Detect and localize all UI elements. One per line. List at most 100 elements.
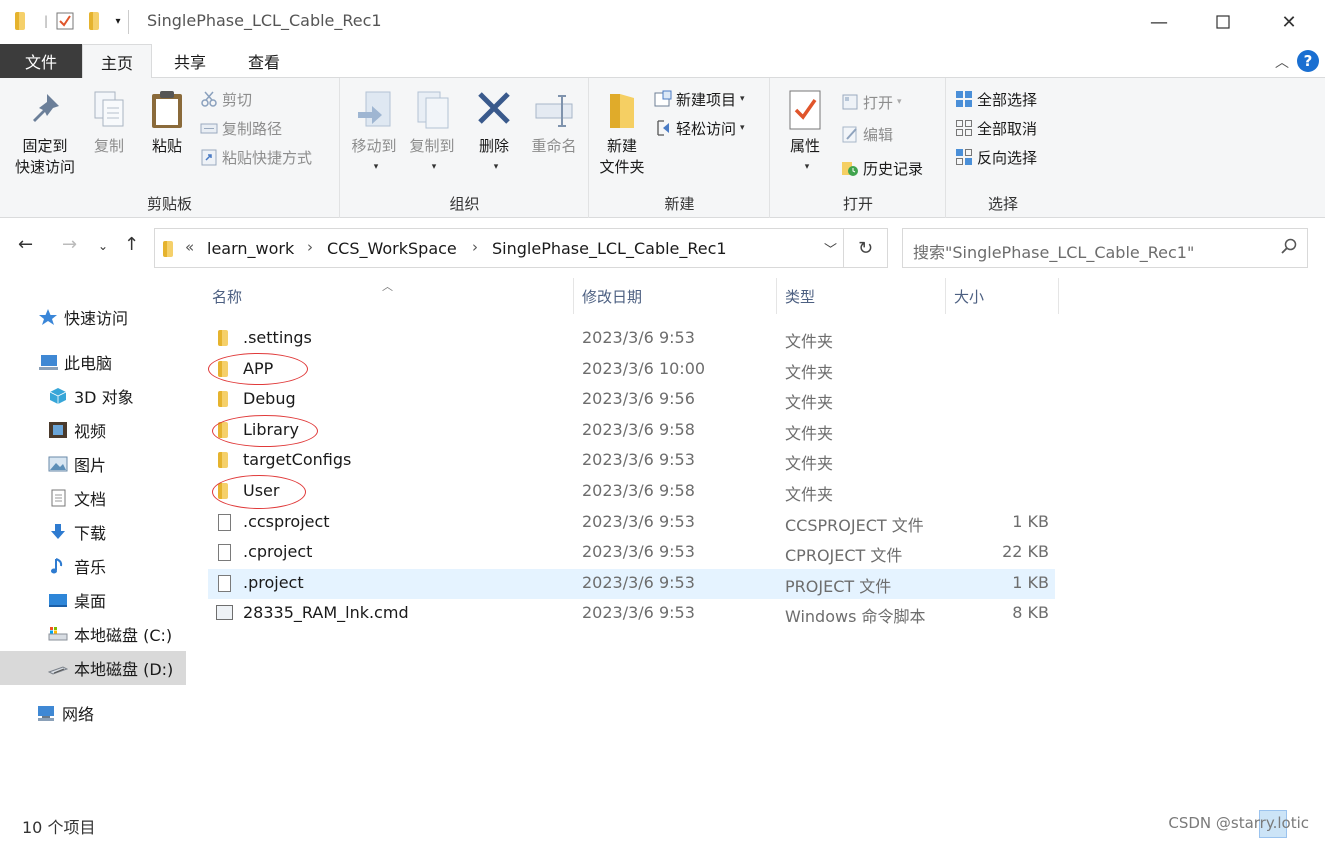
new-folder-quick-icon[interactable] <box>84 10 104 32</box>
nav-item-downloads[interactable]: 下载 <box>0 515 186 549</box>
new-folder-button[interactable]: 新建 文件夹 <box>594 88 650 178</box>
nav-item-desktop[interactable]: 桌面 <box>0 583 186 617</box>
file-row[interactable]: targetConfigs 2023/3/6 9:53 文件夹 <box>208 446 1055 476</box>
breadcrumb-learn-work[interactable]: learn_work <box>207 239 294 258</box>
invert-selection-button[interactable]: 反向选择 <box>955 144 1037 170</box>
tab-view[interactable]: 查看 <box>228 44 300 78</box>
clipboard-group-label: 剪贴板 <box>146 195 192 213</box>
file-row[interactable]: APP 2023/3/6 10:00 文件夹 <box>208 355 1055 385</box>
tab-file[interactable]: 文件 <box>0 44 82 78</box>
file-row[interactable]: Debug 2023/3/6 9:56 文件夹 <box>208 385 1055 415</box>
rename-button[interactable]: 重命名 <box>525 88 583 157</box>
edit-icon <box>841 125 859 143</box>
file-type: PROJECT 文件 <box>785 576 892 596</box>
chevron-down-icon[interactable]: ﹀ <box>824 239 837 258</box>
breadcrumb-ccs-workspace[interactable]: CCS_WorkSpace <box>327 239 457 258</box>
file-size: 22 KB <box>1002 542 1049 562</box>
file-type: 文件夹 <box>785 393 834 413</box>
file-row[interactable]: .cproject 2023/3/6 9:53 CPROJECT 文件 22 KB <box>208 538 1055 568</box>
search-input[interactable]: 搜索"SinglePhase_LCL_Cable_Rec1" <box>902 228 1308 268</box>
edit-button[interactable]: 编辑 <box>841 121 893 147</box>
search-icon[interactable] <box>1281 238 1297 254</box>
address-bar[interactable]: « learn_work › CCS_WorkSpace › SinglePha… <box>154 228 888 268</box>
computer-icon <box>38 353 59 371</box>
chevron-up-icon[interactable]: ︿ <box>1275 52 1289 72</box>
column-header-size[interactable]: 大小 <box>946 278 1059 314</box>
maximize-button[interactable] <box>1200 4 1246 40</box>
back-arrow-icon[interactable]: ← <box>18 234 33 255</box>
file-row[interactable]: User 2023/3/6 9:58 文件夹 <box>208 477 1055 507</box>
file-icon <box>218 513 231 531</box>
select-group-label: 选择 <box>987 195 1018 213</box>
nav-item-drive-c[interactable]: 本地磁盘 (C:) <box>0 617 186 651</box>
select-none-button[interactable]: 全部取消 <box>955 115 1037 141</box>
nav-item-music[interactable]: 音乐 <box>0 549 186 583</box>
copy-button[interactable]: 复制 <box>86 88 132 157</box>
pin-quick-access-button[interactable]: 固定到 快速访问 <box>10 88 80 178</box>
easy-access-button[interactable]: 轻松访问 ▾ <box>654 115 745 141</box>
command-script-icon <box>216 605 233 622</box>
annotation-ellipse <box>212 475 306 509</box>
ribbon-tabs: 文件 主页 共享 查看 ︿ ? <box>0 44 1325 79</box>
tab-share[interactable]: 共享 <box>155 44 225 78</box>
chevron-right-icon[interactable]: › <box>307 238 313 256</box>
open-button[interactable]: 打开 ▾ <box>841 89 902 115</box>
open-group: 属性 ▾ 打开 ▾ 编辑 历史记录 打开 <box>771 78 946 218</box>
breadcrumb-current-folder[interactable]: SinglePhase_LCL_Cable_Rec1 <box>492 239 727 258</box>
cut-button[interactable]: 剪切 <box>200 86 252 112</box>
nav-item-this-pc[interactable]: 此电脑 <box>0 345 186 379</box>
refresh-icon[interactable]: ↻ <box>843 229 887 267</box>
new-item-button[interactable]: 新建项目 ▾ <box>654 86 745 112</box>
delete-button[interactable]: 删除 ▾ <box>471 88 517 178</box>
nav-item-3d-objects[interactable]: 3D 对象 <box>0 379 186 413</box>
up-arrow-icon[interactable]: ↑ <box>124 234 139 255</box>
properties-quick-icon[interactable] <box>55 10 75 32</box>
minimize-button[interactable]: — <box>1136 4 1182 40</box>
open-icon <box>841 93 859 111</box>
column-header-date[interactable]: 修改日期 <box>574 278 777 314</box>
file-row[interactable]: .ccsproject 2023/3/6 9:53 CCSPROJECT 文件 1 K… <box>208 508 1055 538</box>
navigation-row: ← → ⌄ ↑ « learn_work › CCS_WorkSpace › S… <box>0 218 1325 278</box>
nav-item-videos[interactable]: 视频 <box>0 413 186 447</box>
file-row[interactable]: .project 2023/3/6 9:53 PROJECT 文件 1 KB <box>208 568 1055 599</box>
file-size: 8 KB <box>1012 603 1049 623</box>
new-group-label: 新建 <box>664 195 695 213</box>
move-to-button[interactable]: 移动到 ▾ <box>345 88 403 178</box>
file-row[interactable]: .settings 2023/3/6 9:53 文件夹 <box>208 324 1055 354</box>
title-bar: | ▾ SinglePhase_LCL_Cable_Rec1 — ✕ <box>0 0 1325 44</box>
file-type: 文件夹 <box>785 485 834 504</box>
select-none-icon <box>955 119 973 137</box>
chevron-right-icon[interactable]: › <box>472 238 478 256</box>
copy-path-button[interactable]: 复制路径 <box>200 115 282 141</box>
breadcrumb-overflow[interactable]: « <box>185 238 194 256</box>
tab-home[interactable]: 主页 <box>82 44 152 79</box>
customize-quick-access-icon[interactable]: ▾ <box>108 10 128 32</box>
download-icon <box>48 523 68 541</box>
watermark-text: CSDN @starry.lotic <box>1168 814 1309 832</box>
annotation-ellipse <box>208 353 308 385</box>
file-type: 文件夹 <box>785 332 834 351</box>
nav-item-network[interactable]: 网络 <box>0 696 186 730</box>
recent-locations-chevron-icon[interactable]: ⌄ <box>98 239 108 253</box>
properties-button[interactable]: 属性 ▾ <box>781 88 829 178</box>
column-header-type[interactable]: 类型 <box>777 278 946 314</box>
forward-arrow-icon[interactable]: → <box>62 234 77 255</box>
paste-button[interactable]: 粘贴 <box>144 88 190 157</box>
file-date: 2023/3/6 9:53 <box>582 511 695 531</box>
copy-to-button[interactable]: 复制到 ▾ <box>403 88 461 178</box>
file-row[interactable]: 28335_RAM_lnk.cmd 2023/3/6 9:53 Windows 命令… <box>208 599 1055 629</box>
paste-shortcut-button[interactable]: 粘贴快捷方式 <box>200 144 312 170</box>
file-type: 文件夹 <box>785 423 834 443</box>
select-all-button[interactable]: 全部选择 <box>955 86 1037 112</box>
nav-item-drive-d[interactable]: 本地磁盘 (D:) <box>0 651 186 685</box>
folder-icon <box>218 330 231 347</box>
close-button[interactable]: ✕ <box>1266 4 1312 40</box>
nav-item-pictures[interactable]: 图片 <box>0 447 186 481</box>
nav-item-quick-access[interactable]: 快速访问 <box>0 300 186 334</box>
history-button[interactable]: 历史记录 <box>841 155 923 181</box>
help-icon[interactable]: ? <box>1297 50 1319 72</box>
nav-item-documents[interactable]: 文档 <box>0 481 186 515</box>
file-date: 2023/3/6 9:58 <box>582 419 695 439</box>
file-date: 2023/3/6 9:53 <box>582 572 695 592</box>
file-row[interactable]: Library 2023/3/6 9:58 文件夹 <box>208 416 1055 446</box>
